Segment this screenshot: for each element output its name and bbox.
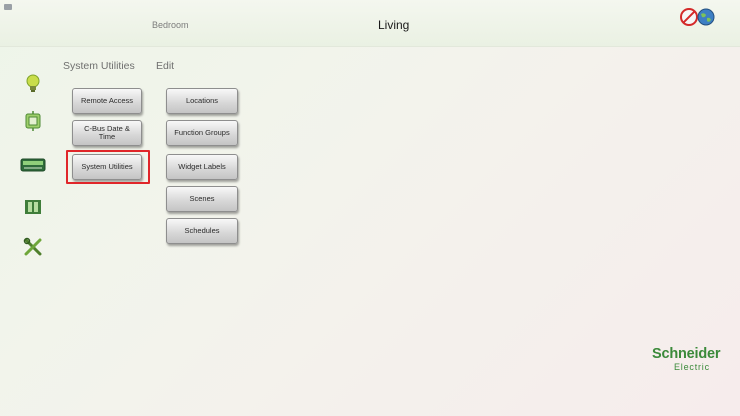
schedules-button[interactable]: Schedules bbox=[166, 218, 238, 244]
cbus-date-time-label-line2: Time bbox=[98, 132, 116, 141]
breadcrumb-edit[interactable]: Edit bbox=[156, 60, 174, 72]
air-conditioner-icon[interactable] bbox=[20, 154, 46, 176]
no-entry-icon[interactable] bbox=[680, 8, 698, 26]
selection-highlight bbox=[66, 150, 150, 184]
room-tab-current[interactable]: Living bbox=[378, 18, 409, 32]
cbus-date-time-label: C-Bus Date & Time bbox=[84, 125, 130, 141]
widget-labels-label: Widget Labels bbox=[178, 162, 226, 172]
function-groups-button[interactable]: Function Groups bbox=[166, 120, 238, 146]
locations-button[interactable]: Locations bbox=[166, 88, 238, 114]
lightbulb-icon[interactable] bbox=[22, 72, 44, 94]
thermostat-icon[interactable] bbox=[22, 110, 44, 132]
scenes-button[interactable]: Scenes bbox=[166, 186, 238, 212]
room-tab-previous[interactable]: Bedroom bbox=[152, 20, 189, 30]
globe-icon[interactable] bbox=[697, 8, 715, 26]
window-menu-icon[interactable] bbox=[4, 4, 12, 10]
tools-icon[interactable] bbox=[22, 236, 44, 258]
remote-access-label: Remote Access bbox=[80, 96, 134, 106]
logo-name: Schneider bbox=[652, 346, 721, 362]
breadcrumb-system-utilities[interactable]: System Utilities bbox=[63, 60, 135, 72]
scenes-label: Scenes bbox=[189, 194, 215, 204]
blinds-icon[interactable] bbox=[22, 196, 44, 218]
status-icons bbox=[680, 8, 720, 28]
widget-labels-button[interactable]: Widget Labels bbox=[166, 154, 238, 180]
logo-sub: Electric bbox=[674, 362, 710, 372]
schneider-electric-logo: Schneider Electric bbox=[652, 346, 736, 380]
remote-access-button[interactable]: Remote Access bbox=[72, 88, 142, 114]
locations-label: Locations bbox=[185, 96, 219, 106]
top-bar: Bedroom Living bbox=[0, 0, 740, 47]
function-groups-label: Function Groups bbox=[174, 128, 230, 138]
schedules-label: Schedules bbox=[184, 226, 220, 236]
cbus-date-time-button[interactable]: C-Bus Date & Time bbox=[72, 120, 142, 146]
